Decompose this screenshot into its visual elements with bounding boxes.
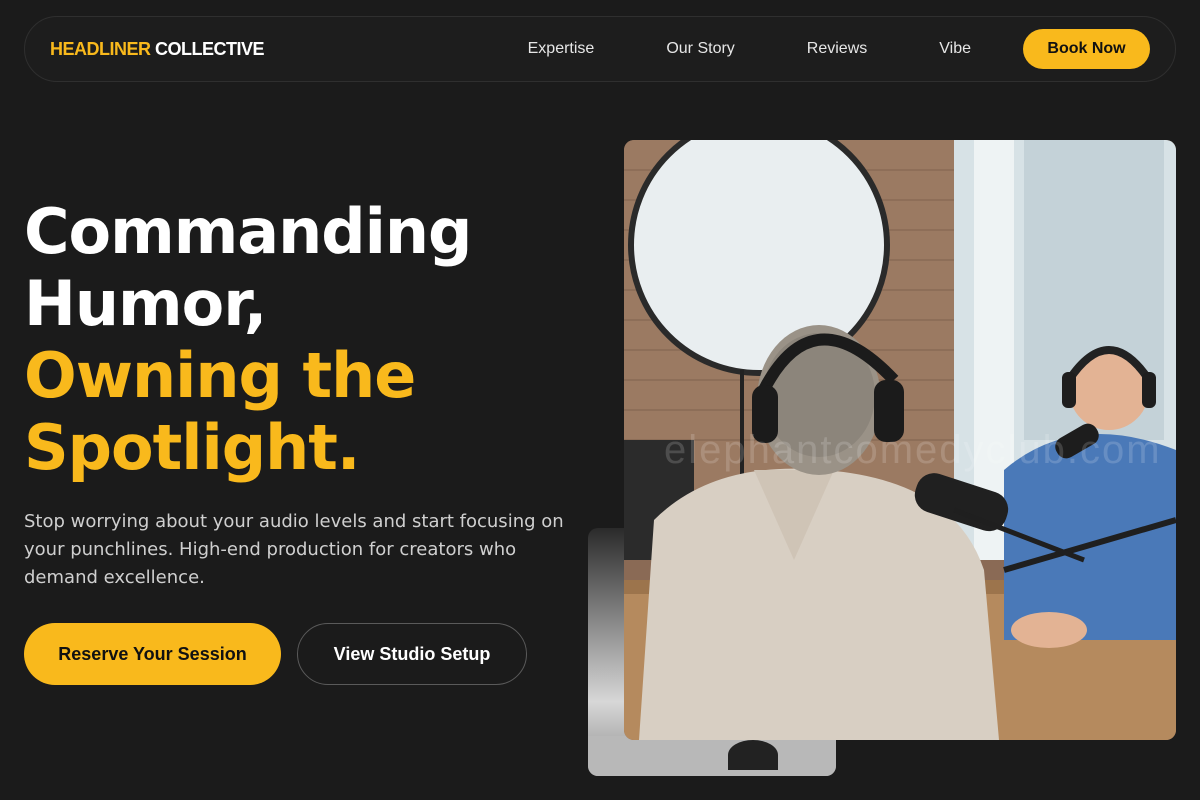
nav-link-expertise[interactable]: Expertise	[528, 40, 595, 58]
hero-headline: Commanding Humor, Owning the Spotlight.	[24, 196, 604, 484]
headline-line-1: Commanding	[24, 195, 472, 268]
watermark-text: elephantcomedyclub.com	[664, 428, 1162, 472]
brand-accent: HEADLINER	[50, 38, 151, 59]
headline-line-3: Owning the	[24, 339, 416, 412]
nav-link-vibe[interactable]: Vibe	[939, 40, 971, 58]
reserve-session-button[interactable]: Reserve Your Session	[24, 623, 281, 685]
headline-line-4: Spotlight.	[24, 411, 360, 484]
book-now-button[interactable]: Book Now	[1023, 29, 1150, 69]
view-studio-setup-button[interactable]: View Studio Setup	[297, 623, 527, 685]
brand-rest: COLLECTIVE	[155, 38, 265, 59]
nav-link-our-story[interactable]: Our Story	[666, 40, 734, 58]
nav-link-reviews[interactable]: Reviews	[807, 40, 867, 58]
top-navbar: HEADLINER COLLECTIVE Expertise Our Story…	[24, 16, 1176, 82]
podcast-hosts-photo: elephantcomedyclub.com	[624, 140, 1176, 740]
hero-subtext: Stop worrying about your audio levels an…	[24, 511, 564, 588]
headline-line-2: Humor,	[24, 267, 267, 340]
nav-links: Expertise Our Story Reviews Vibe Book No…	[528, 29, 1150, 69]
brand-logo[interactable]: HEADLINER COLLECTIVE	[50, 38, 265, 60]
